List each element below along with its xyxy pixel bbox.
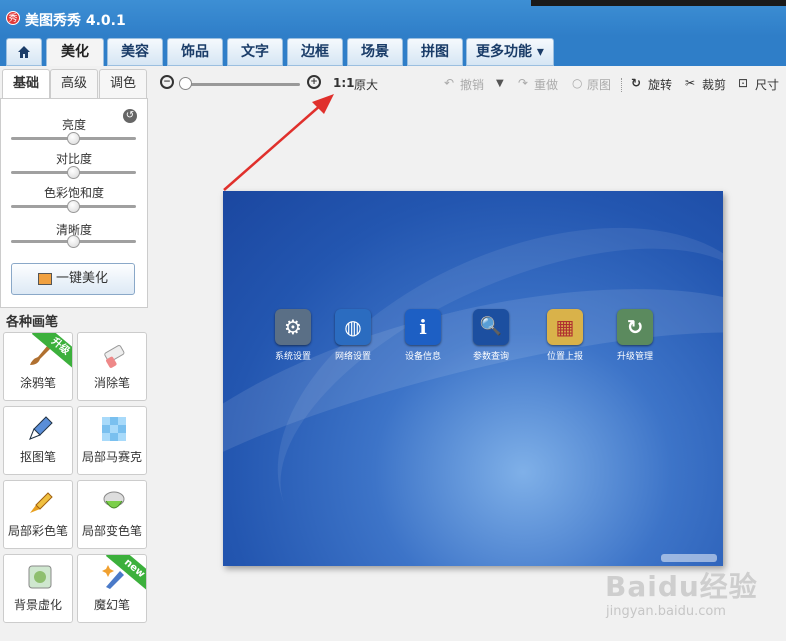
resize-icon: ⊡ — [738, 76, 749, 90]
location-report-label: 位置上报 — [546, 352, 583, 362]
redo-icon: ↷ — [518, 76, 529, 90]
baidu-watermark-url: jingyan.baidu.com — [606, 604, 726, 619]
rotate-button[interactable]: 旋转 — [648, 76, 672, 93]
left-panel: 基础 高级 调色 ↺ 亮度 对比度 色彩饱和度 清晰度 一键美化 各种画笔 升级… — [0, 66, 152, 641]
brush-magic[interactable]: new 魔幻笔 — [77, 554, 147, 623]
home-tab[interactable] — [6, 38, 42, 66]
title-bar-dark-strip — [531, 0, 786, 6]
tab-text[interactable]: 文字 — [227, 38, 283, 66]
saturation-label: 色彩饱和度 — [43, 186, 104, 200]
one-key-beautify-label: 一键美化 — [55, 271, 108, 286]
location-report-app: ▦ 位置上报 — [535, 309, 595, 362]
globe-icon: ◍ — [335, 309, 371, 345]
brush-eraser[interactable]: 消除笔 — [77, 332, 147, 401]
actual-size-button[interactable]: 原大 — [354, 76, 378, 93]
device-info-label: 设备信息 — [404, 352, 441, 362]
subtab-color[interactable]: 调色 — [99, 69, 147, 99]
image-watermark — [661, 554, 717, 562]
brush-cutout-label: 抠图笔 — [19, 450, 56, 464]
brush-color[interactable]: 局部彩色笔 — [3, 480, 73, 549]
brush-blur-bg-label: 背景虚化 — [13, 598, 62, 612]
pen-cutout-icon — [29, 416, 53, 440]
tab-beautify[interactable]: 美化 — [46, 38, 104, 68]
tab-accessories[interactable]: 饰品 — [167, 38, 223, 66]
canvas-image[interactable]: ⚙ 系统设置 ◍ 网络设置 i 设备信息 🔍 参数查询 ▦ 位置上报 ↻ 升级管… — [223, 191, 723, 566]
subtab-advanced[interactable]: 高级 — [50, 69, 98, 99]
contrast-label: 对比度 — [55, 152, 92, 166]
blur-background-icon — [28, 565, 52, 589]
zoom-slider[interactable] — [182, 83, 300, 86]
network-settings-app: ◍ 网络设置 — [323, 309, 383, 362]
system-settings-label: 系统设置 — [274, 352, 311, 362]
brush-doodle-label: 涂鸦笔 — [19, 376, 56, 390]
param-query-app: 🔍 参数查询 — [461, 309, 521, 362]
upgrade-manager-app: ↻ 升级管理 — [605, 309, 665, 362]
undo-icon: ↶ — [444, 76, 455, 90]
mosaic-icon — [102, 417, 126, 441]
brush-color-label: 局部彩色笔 — [7, 524, 68, 538]
actual-size-ratio[interactable]: 1:1 — [333, 76, 355, 90]
update-icon: ↻ — [617, 309, 653, 345]
paint-bucket-icon — [103, 491, 125, 509]
subtab-basic[interactable]: 基础 — [2, 69, 50, 99]
tab-more-features[interactable]: 更多功能 ▾ — [466, 38, 554, 66]
tab-collage[interactable]: 拼图 — [407, 38, 463, 66]
search-icon: 🔍 — [473, 309, 509, 345]
original-button[interactable]: 原图 — [587, 76, 611, 93]
brightness-label: 亮度 — [61, 118, 86, 132]
app-title: 美图秀秀 4.0.1 — [25, 13, 126, 29]
title-bar: 秀 美图秀秀 4.0.1 — [0, 0, 786, 36]
brightness-slider-thumb[interactable] — [67, 132, 80, 145]
one-key-beautify-button[interactable]: 一键美化 — [11, 263, 135, 295]
baidu-watermark: Baidu经验 — [605, 570, 758, 603]
system-settings-app: ⚙ 系统设置 — [263, 309, 323, 362]
canvas-toolbar: − + 1:1 原大 ↶ 撤销 ▼ ↷ 重做 ○ 原图 ↻ 旋转 ✂ 裁剪 ⊡ … — [152, 66, 786, 102]
brush-mosaic-label: 局部马赛克 — [81, 450, 142, 464]
info-icon: i — [405, 309, 441, 345]
main-tab-bar: 美化 美容 饰品 文字 边框 场景 拼图 更多功能 ▾ — [0, 36, 786, 68]
tab-scene[interactable]: 场景 — [347, 38, 403, 66]
zoom-in-icon[interactable]: + — [307, 75, 321, 89]
saturation-slider-thumb[interactable] — [67, 200, 80, 213]
tab-beauty[interactable]: 美容 — [107, 38, 163, 66]
crop-icon: ✂ — [685, 76, 696, 90]
home-icon — [18, 46, 30, 58]
undo-button[interactable]: 撤销 — [460, 76, 484, 93]
magic-wand-icon — [37, 272, 52, 285]
brush-magic-label: 魔幻笔 — [93, 598, 130, 612]
undo-dropdown-icon[interactable]: ▼ — [496, 78, 504, 89]
crop-button[interactable]: 裁剪 — [702, 76, 726, 93]
redo-button[interactable]: 重做 — [534, 76, 558, 93]
rotate-icon: ↻ — [631, 76, 642, 90]
param-query-label: 参数查询 — [472, 352, 509, 362]
color-brush-icon — [30, 492, 53, 513]
brush-cutout[interactable]: 抠图笔 — [3, 406, 73, 475]
brush-blur-bg[interactable]: 背景虚化 — [3, 554, 73, 623]
brush-eraser-label: 消除笔 — [93, 376, 130, 390]
network-settings-label: 网络设置 — [334, 352, 371, 362]
zoom-slider-thumb[interactable] — [179, 77, 192, 90]
brushes-title: 各种画笔 — [6, 315, 59, 330]
sharpness-slider-thumb[interactable] — [67, 235, 80, 248]
adjust-subtabs: 基础 高级 调色 — [0, 69, 148, 99]
zoom-out-icon[interactable]: − — [160, 75, 174, 89]
original-icon: ○ — [572, 76, 583, 90]
map-icon: ▦ — [547, 309, 583, 345]
contrast-slider-thumb[interactable] — [67, 166, 80, 179]
tab-frame[interactable]: 边框 — [287, 38, 343, 66]
gear-icon: ⚙ — [275, 309, 311, 345]
toolbar-separator — [621, 78, 622, 92]
resize-button[interactable]: 尺寸 — [755, 76, 779, 93]
brush-mosaic[interactable]: 局部马赛克 — [77, 406, 147, 475]
upgrade-manager-label: 升级管理 — [616, 352, 653, 362]
app-logo-icon: 秀 — [6, 11, 20, 25]
device-info-app: i 设备信息 — [393, 309, 453, 362]
brush-doodle[interactable]: 升级 涂鸦笔 — [3, 332, 73, 401]
eraser-icon — [104, 345, 125, 368]
brush-recolor[interactable]: 局部变色笔 — [77, 480, 147, 549]
brush-recolor-label: 局部变色笔 — [81, 524, 142, 538]
